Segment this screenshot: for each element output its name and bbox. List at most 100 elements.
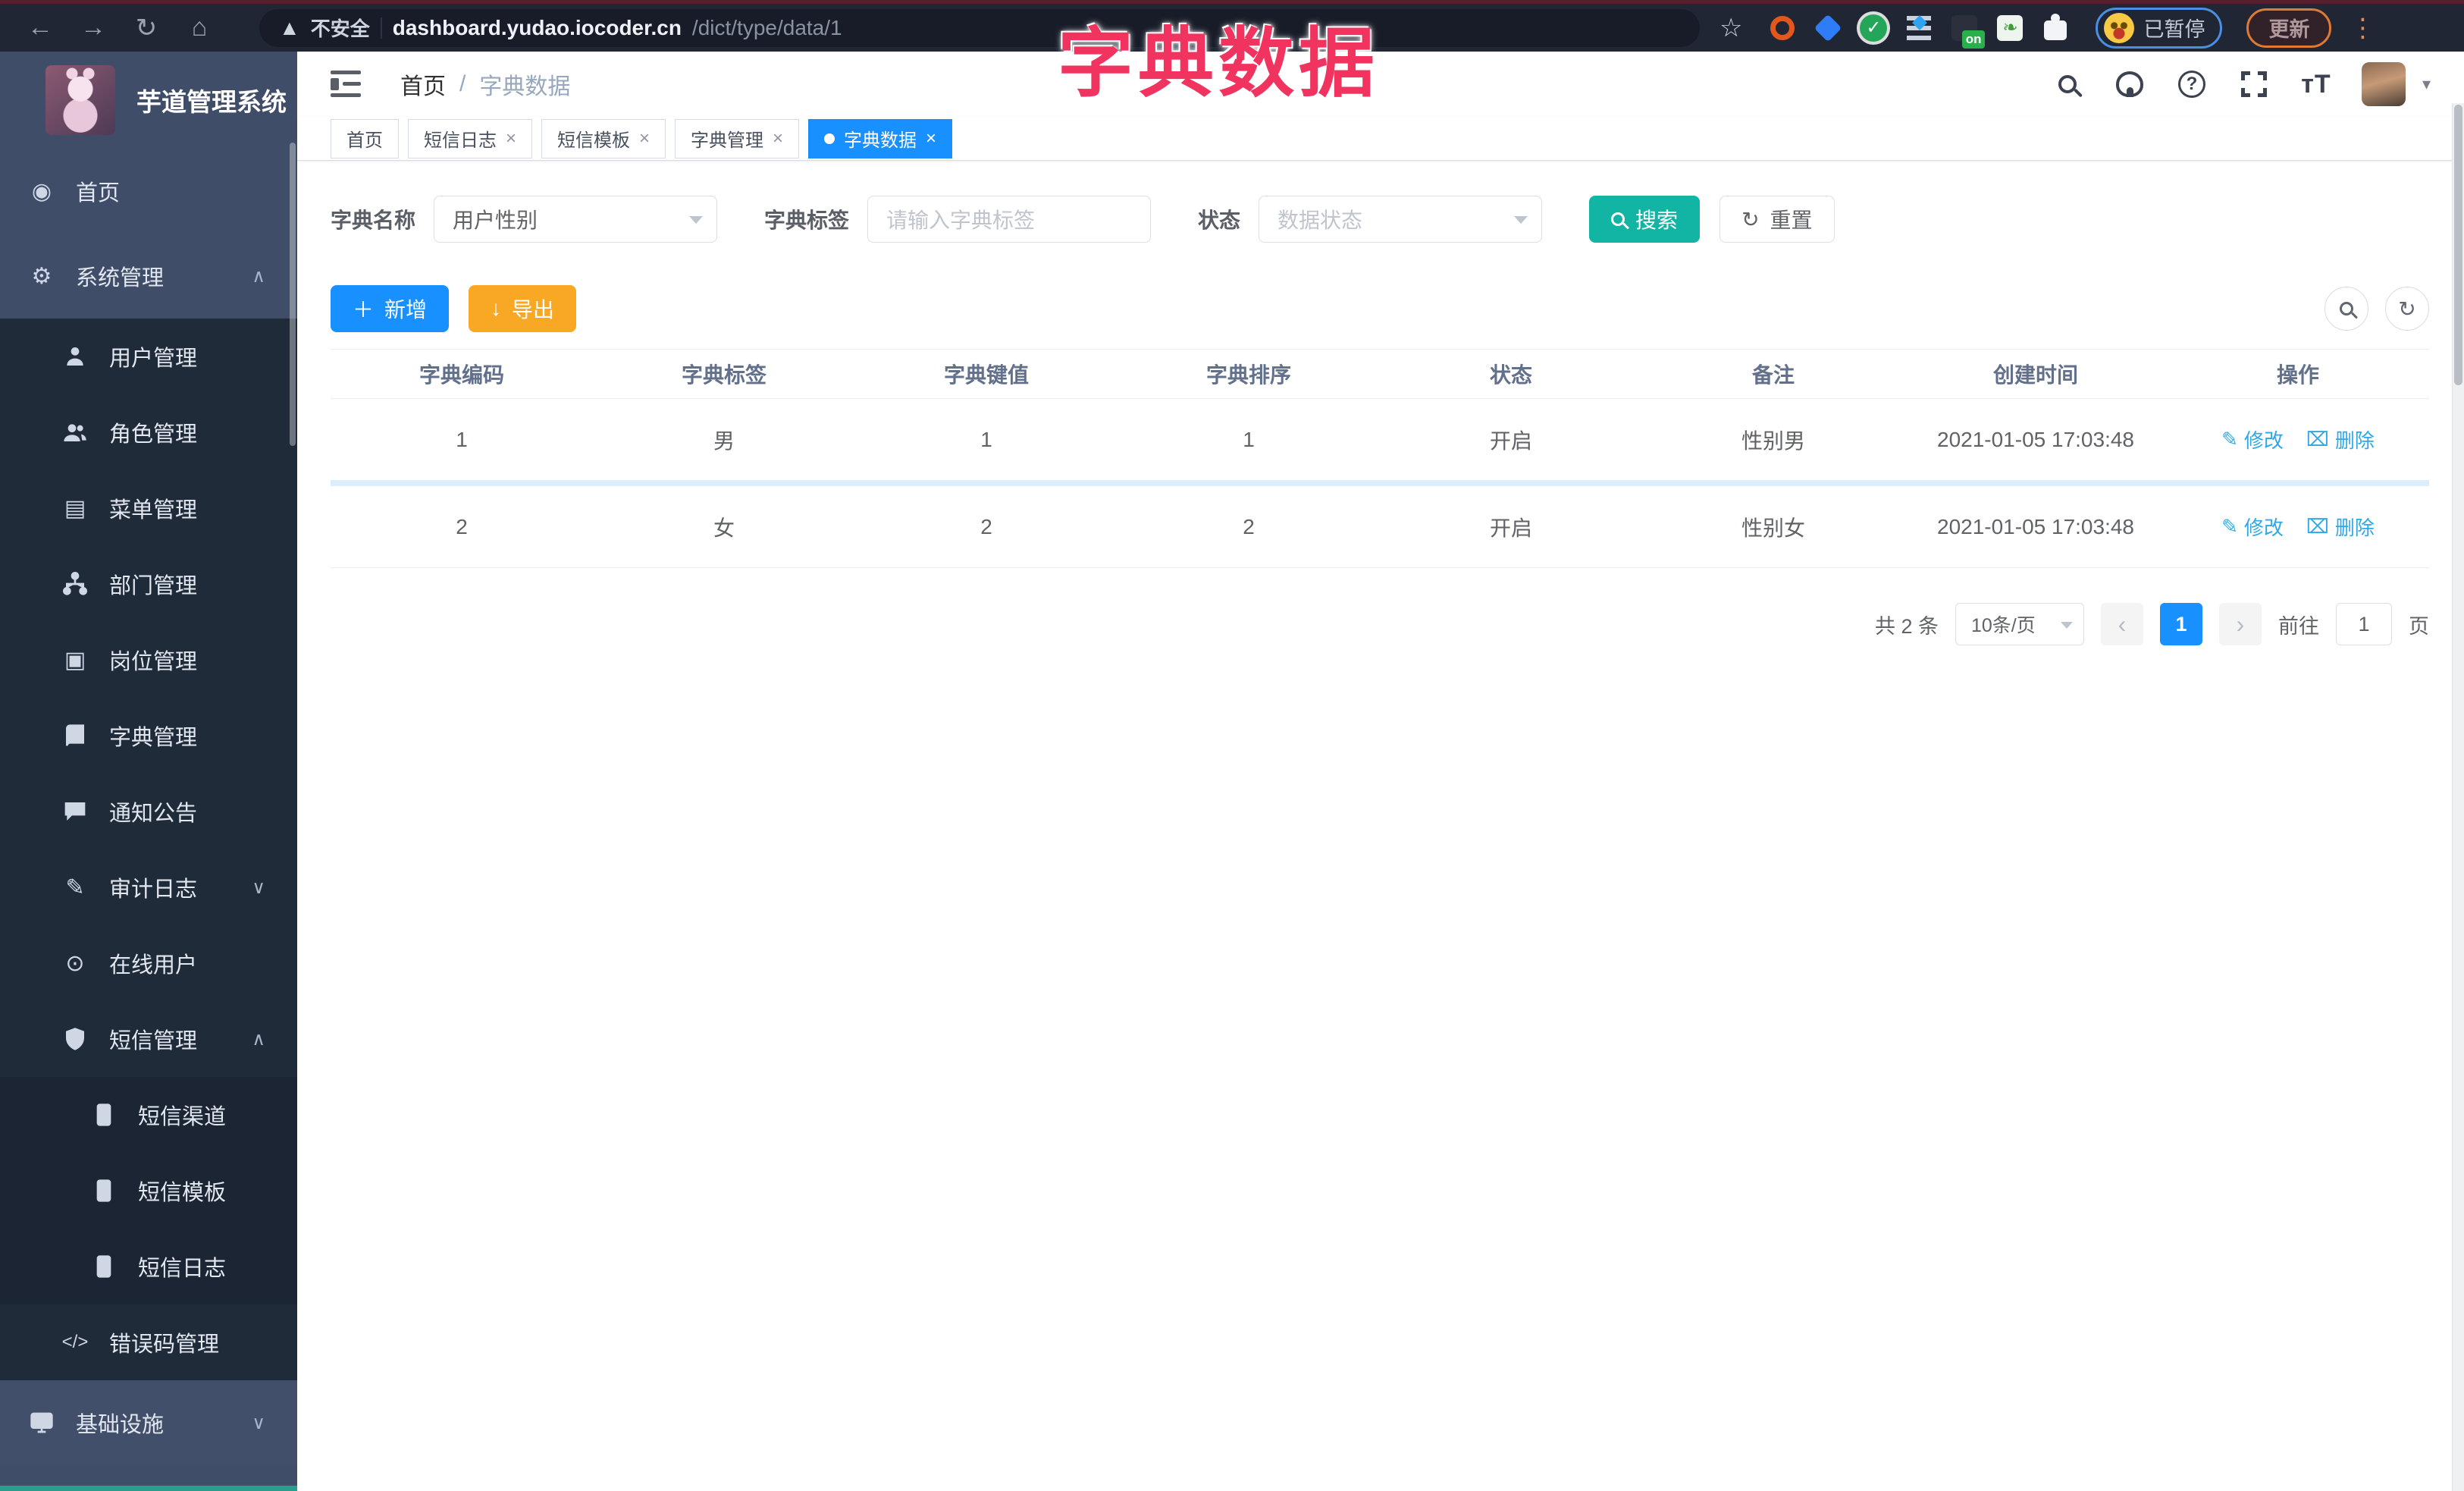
search-icon[interactable]: [2051, 67, 2084, 101]
extension-icon-sliders[interactable]: [1904, 14, 1933, 42]
extension-icon-sprout[interactable]: ❧: [1995, 14, 2024, 42]
sidebar-item-online-users[interactable]: ⊙ 在线用户: [0, 925, 297, 1001]
help-icon[interactable]: ?: [2175, 67, 2209, 101]
edit-doc-icon: ✎: [65, 874, 85, 900]
user-avatar[interactable]: [2361, 62, 2406, 106]
profile-paused-pill[interactable]: 已暂停: [2096, 7, 2223, 49]
tag-home[interactable]: 首页: [331, 118, 399, 159]
delete-link[interactable]: ⌧ 删除: [2306, 425, 2375, 454]
page-1-button[interactable]: 1: [2160, 603, 2202, 645]
phone-icon: [86, 1254, 121, 1279]
chevron-up-icon: ∧: [252, 265, 265, 287]
logo-image: [45, 65, 115, 135]
reset-button[interactable]: ↻ 重置: [1719, 196, 1835, 243]
sidebar-item-users[interactable]: 用户管理: [0, 319, 297, 394]
sidebar-scrollbar[interactable]: [290, 143, 296, 446]
security-label[interactable]: 不安全: [311, 14, 370, 42]
extension-icon-on-badge[interactable]: on: [1950, 14, 1986, 49]
browser-update-button[interactable]: 更新: [2246, 8, 2332, 48]
page-scrollbar[interactable]: [2452, 103, 2464, 1491]
sidebar-logo[interactable]: 芋道管理系统: [0, 52, 297, 149]
sidebar: 芋道管理系统 ◉ 首页 ⚙ 系统管理 ∧ 用户管理 角色管理 ▤ 菜单管理 部门…: [0, 52, 297, 1491]
close-icon[interactable]: ×: [773, 128, 783, 149]
table-row: 2 女 2 2 开启 性别女 2021-01-05 17:03:48 ✎ 修改 ⌧…: [331, 486, 2429, 568]
sidebar-item-error-codes[interactable]: </> 错误码管理: [0, 1304, 297, 1380]
fullscreen-icon[interactable]: [2237, 67, 2271, 101]
sidebar-item-audit-log[interactable]: ✎ 审计日志 ∨: [0, 849, 297, 925]
trash-icon: ⌧: [2306, 515, 2329, 538]
active-dot: [824, 133, 835, 144]
tag-dict-manage[interactable]: 字典管理 ×: [675, 118, 800, 159]
reload-icon[interactable]: ↻: [123, 10, 170, 46]
sms-submenu: 短信渠道 短信模板 短信日志: [0, 1077, 297, 1304]
sidebar-item-sms-log[interactable]: 短信日志: [0, 1229, 297, 1304]
refresh-table-button[interactable]: ↻: [2385, 287, 2429, 331]
close-icon[interactable]: ×: [639, 128, 650, 149]
plus-icon: ＋: [353, 298, 375, 322]
home-icon[interactable]: ⌂: [176, 10, 223, 46]
scrollbar-thumb[interactable]: [2454, 105, 2462, 385]
sidebar-item-dict[interactable]: 字典管理: [0, 698, 297, 774]
export-button[interactable]: ↓ 导出: [469, 285, 577, 332]
edit-icon: ✎: [2221, 428, 2238, 450]
sidebar-item-menus[interactable]: ▤ 菜单管理: [0, 470, 297, 546]
bookmark-star-icon[interactable]: ☆: [1719, 13, 1742, 43]
sidebar-item-notices[interactable]: 通知公告: [0, 774, 297, 849]
page-content: 字典名称 用户性别 字典标签 请输入字典标签 状态 数据状态 搜索 ↻ 重置 ＋…: [297, 161, 2464, 1491]
prev-page-button[interactable]: ‹: [2101, 603, 2143, 645]
sidebar-item-home[interactable]: ◉ 首页: [0, 149, 297, 234]
sidebar-item-sms-template[interactable]: 短信模板: [0, 1153, 297, 1229]
add-button[interactable]: ＋ 新增: [331, 285, 450, 332]
url-path: /dict/type/data/1: [691, 15, 842, 39]
dict-name-select[interactable]: 用户性别: [434, 196, 718, 243]
goto-page-input[interactable]: 1: [2336, 603, 2392, 645]
table-toolbar: ＋ 新增 ↓ 导出 ↻: [331, 285, 2429, 332]
sidebar-collapse-icon[interactable]: [331, 71, 364, 98]
address-bar[interactable]: ▲ 不安全 dashboard.yudao.iocoder.cn /dict/t…: [259, 8, 1700, 47]
caret-down-icon[interactable]: ▾: [2422, 74, 2431, 94]
refresh-icon: ↻: [2398, 297, 2416, 321]
status-select[interactable]: 数据状态: [1259, 196, 1543, 243]
edit-link[interactable]: ✎ 修改: [2221, 425, 2284, 454]
table-header-row: 字典编码 字典标签 字典键值 字典排序 状态 备注 创建时间 操作: [331, 350, 2429, 398]
breadcrumb-home[interactable]: 首页: [400, 67, 446, 101]
edit-link[interactable]: ✎ 修改: [2221, 513, 2284, 541]
close-icon[interactable]: ×: [926, 128, 936, 149]
online-icon: ⊙: [65, 950, 85, 976]
sidebar-item-sms[interactable]: 短信管理 ∧: [0, 1001, 297, 1077]
sidebar-item-departments[interactable]: 部门管理: [0, 546, 297, 622]
extension-icon-orange[interactable]: [1768, 14, 1797, 42]
font-size-icon[interactable]: тT: [2299, 67, 2333, 101]
extension-icon-check[interactable]: ✓: [1859, 14, 1888, 42]
sidebar-item-system[interactable]: ⚙ 系统管理 ∧: [0, 234, 297, 319]
extensions-row: ✓ on ❧: [1768, 13, 2070, 49]
col-dict-sort: 字典排序: [1205, 363, 1291, 387]
close-icon[interactable]: ×: [506, 128, 516, 149]
sidebar-item-posts[interactable]: ▣ 岗位管理: [0, 622, 297, 698]
dict-name-label: 字典名称: [331, 209, 416, 232]
back-icon[interactable]: ←: [17, 10, 64, 46]
toggle-search-button[interactable]: [2324, 287, 2368, 331]
next-page-button[interactable]: ›: [2219, 603, 2262, 645]
sidebar-item-roles[interactable]: 角色管理: [0, 394, 297, 470]
overlay-annotation-title: 字典数据: [1058, 21, 1379, 106]
announcement-icon: [58, 799, 92, 824]
dict-tag-input[interactable]: 请输入字典标签: [867, 196, 1152, 243]
browser-menu-icon[interactable]: ⋮: [2350, 13, 2375, 43]
tag-sms-log[interactable]: 短信日志 ×: [408, 118, 533, 159]
sidebar-item-infrastructure[interactable]: 基础设施 ∨: [0, 1380, 297, 1465]
pagination: 共 2 条 10条/页 ‹ 1 › 前往 1 页: [331, 603, 2429, 645]
extensions-puzzle-icon[interactable]: [2041, 13, 2070, 42]
search-button[interactable]: 搜索: [1589, 196, 1701, 243]
badge-icon: ▣: [64, 647, 86, 673]
delete-link[interactable]: ⌧ 删除: [2306, 513, 2375, 541]
tag-dict-data[interactable]: 字典数据 ×: [808, 118, 953, 159]
page-size-select[interactable]: 10条/页: [1955, 603, 2084, 645]
extension-icon-gem[interactable]: [1814, 14, 1842, 42]
github-icon[interactable]: [2113, 67, 2146, 101]
forward-icon[interactable]: →: [70, 10, 117, 46]
tag-sms-template[interactable]: 短信模板 ×: [541, 118, 666, 159]
edit-icon: ✎: [2221, 515, 2238, 538]
system-submenu: 用户管理 角色管理 ▤ 菜单管理 部门管理 ▣ 岗位管理 字典管理 通知公告 ✎…: [0, 319, 297, 1380]
sidebar-item-sms-channel[interactable]: 短信渠道: [0, 1077, 297, 1153]
